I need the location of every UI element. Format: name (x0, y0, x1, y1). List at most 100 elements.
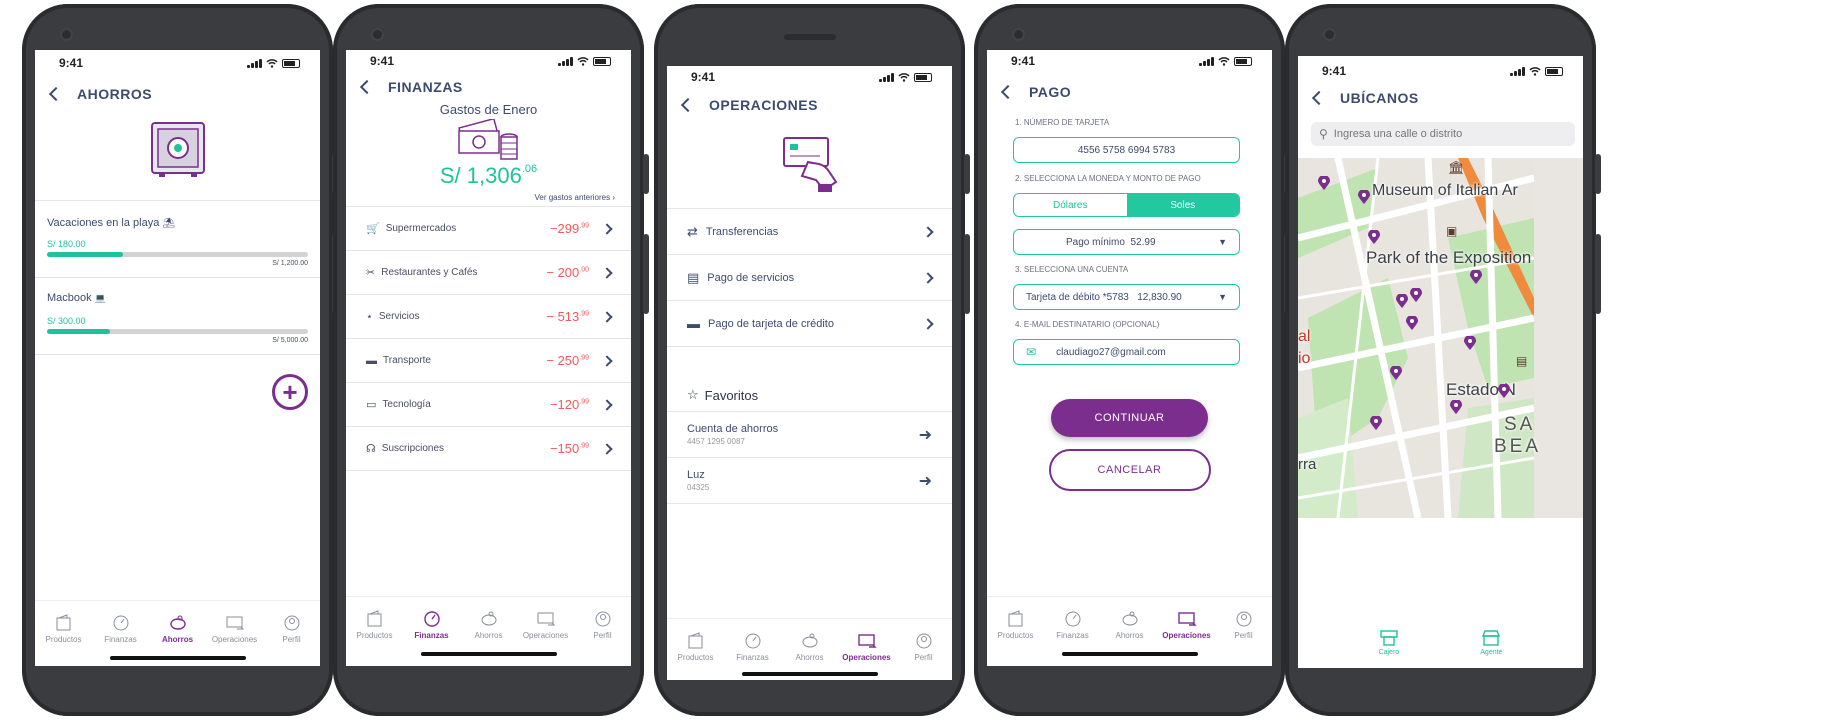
back-button[interactable] (48, 86, 64, 102)
step4-label: 4. E-MAIL DESTINATARIO (OPCIONAL) (1015, 320, 1160, 329)
tab-ahorros[interactable]: Ahorros (152, 614, 204, 644)
location-pin-icon[interactable] (1498, 384, 1510, 398)
tab-operaciones[interactable]: Operaciones (209, 614, 261, 644)
tab-finanzas[interactable]: Finanzas (1047, 610, 1099, 640)
tab-productos[interactable]: Productos (349, 610, 401, 640)
add-goal-button[interactable]: + (272, 374, 308, 410)
tab-cajero[interactable]: Cajero (1379, 630, 1399, 656)
operations-list: ⇄ Transferencias ▤ Pago de servicios ▬ Pago… (667, 208, 952, 347)
expense-row[interactable]: 🛒 Supermercados −299.99 (346, 207, 631, 251)
page-title: AHORROS (77, 86, 153, 102)
user-icon (595, 611, 610, 627)
continue-button[interactable]: CONTINUAR (1051, 399, 1208, 437)
tab-ahorros[interactable]: Ahorros (784, 632, 836, 662)
favorite-row[interactable]: Luz 04325 ➜ (667, 458, 952, 504)
location-pin-icon[interactable] (1358, 190, 1370, 204)
expense-row[interactable]: ▬ Transporte − 250.99 (346, 339, 631, 383)
search-input[interactable] (1333, 128, 1514, 140)
tab-ahorros[interactable]: Ahorros (1104, 610, 1156, 640)
total-expenses: S/ 1,306.06 (439, 163, 538, 188)
currency-soles[interactable]: Soles (1126, 194, 1239, 216)
back-button[interactable] (1000, 84, 1016, 100)
back-button[interactable] (680, 97, 696, 113)
expense-row[interactable]: ▭ Tecnología −120.99 (346, 383, 631, 427)
tab-productos[interactable]: Productos (670, 632, 722, 662)
expense-row[interactable]: ☊ Suscripciones −150.99 (346, 427, 631, 471)
location-pin-icon[interactable] (1406, 316, 1418, 330)
operation-row-transfer[interactable]: ⇄ Transferencias (667, 209, 952, 255)
previous-expenses-link[interactable]: Ver gastos anteriores › (346, 193, 631, 202)
transfer-icon: ⇄ (687, 223, 698, 239)
tab-productos[interactable]: Productos (38, 614, 90, 644)
plus-icon: + (282, 377, 298, 407)
status-time: 9:41 (1322, 64, 1347, 78)
savings-goal-card[interactable]: Macbook 💻 S/ 300.00 S/ 5,000.00 (35, 278, 320, 355)
amount-select[interactable]: Pago mínimo 52.99 ▼ (1013, 229, 1240, 255)
location-pin-icon[interactable] (1396, 294, 1408, 308)
user-icon (916, 633, 931, 649)
chevron-right-icon (601, 266, 613, 279)
back-button[interactable] (1311, 90, 1327, 106)
map-label-io: io (1298, 350, 1311, 367)
goal-target: S/ 1,200.00 (272, 260, 308, 267)
chevron-right-icon (601, 222, 613, 235)
currency-dolares[interactable]: Dólares (1014, 194, 1127, 216)
page-title: OPERACIONES (709, 97, 818, 113)
tab-perfil[interactable]: Perfil (898, 632, 950, 662)
expense-row[interactable]: ✂ Restaurantes y Cafés − 200.00 (346, 251, 631, 295)
transfer-card-icon (226, 616, 244, 630)
tab-operaciones[interactable]: Operaciones (841, 632, 893, 662)
step1-label: 1. NÚMERO DE TARJETA (1015, 118, 1110, 127)
card-icon: ▬ (687, 316, 700, 331)
location-pin-icon[interactable] (1464, 336, 1476, 350)
search-bar[interactable]: ⚲ (1311, 122, 1575, 146)
tab-operaciones[interactable]: Operaciones (1161, 610, 1213, 640)
laptop-icon: ▭ (366, 399, 377, 411)
expense-row[interactable]: ⋆ Servicios − 513.99 (346, 295, 631, 339)
camera (371, 28, 384, 41)
piggy-bank-icon (802, 633, 817, 648)
envelope-icon: ✉ (1026, 345, 1037, 359)
transfer-card-icon (1177, 612, 1197, 626)
tab-finanzas[interactable]: Finanzas (95, 614, 147, 644)
tab-operaciones[interactable]: Operaciones (520, 610, 572, 640)
user-icon (1236, 611, 1251, 627)
map-label-bea: BEA (1494, 436, 1542, 457)
wallet-icon (367, 610, 381, 627)
tab-ahorros[interactable]: Ahorros (463, 610, 515, 640)
operation-row-services[interactable]: ▤ Pago de servicios (667, 255, 952, 301)
chevron-right-icon (922, 271, 934, 284)
tab-perfil[interactable]: Perfil (577, 610, 629, 640)
tab-finanzas[interactable]: Finanzas (727, 632, 779, 662)
location-pin-icon[interactable] (1370, 416, 1382, 430)
map-label-sa: SA (1504, 414, 1536, 435)
account-select[interactable]: Tarjeta de débito *5783 12,830.90 ▼ (1013, 284, 1240, 310)
location-pin-icon[interactable] (1410, 288, 1422, 302)
map-view[interactable]: Museum of Italian Ar Park of the Exposit… (1298, 158, 1583, 518)
tab-perfil[interactable]: Perfil (266, 614, 318, 644)
cancel-button[interactable]: CANCELAR (1048, 449, 1211, 491)
location-pin-icon[interactable] (1390, 366, 1402, 380)
location-pin-icon[interactable] (1470, 270, 1482, 284)
battery-icon (1545, 66, 1563, 76)
operation-row-credit-card[interactable]: ▬ Pago de tarjeta de crédito (667, 301, 952, 347)
location-pin-icon[interactable] (1450, 400, 1462, 414)
card-number-field[interactable]: 4556 5758 6994 5783 (1013, 137, 1240, 163)
page-title: UBÍCANOS (1340, 90, 1419, 106)
location-pin-icon[interactable] (1318, 176, 1330, 190)
tab-agente[interactable]: Agente (1480, 630, 1502, 656)
signal-icon (247, 58, 262, 68)
tab-bar: Productos Finanzas Ahorros Operaciones P… (35, 600, 320, 646)
savings-goal-card[interactable]: Vacaciones en la playa ⛱ S/ 180.00 S/ 1,… (35, 201, 320, 278)
favorite-row[interactable]: Cuenta de ahorros 4457 1295 0087 ➜ (667, 412, 952, 458)
tab-perfil[interactable]: Perfil (1218, 610, 1270, 640)
signal-icon (1510, 66, 1525, 76)
tab-productos[interactable]: Productos (990, 610, 1042, 640)
email-field[interactable]: ✉ claudiago27@gmail.com (1013, 339, 1240, 365)
location-pin-icon[interactable] (1368, 230, 1380, 244)
back-button[interactable] (359, 79, 375, 95)
car-icon: ▬ (366, 354, 377, 367)
signal-icon (1199, 56, 1214, 66)
tab-finanzas[interactable]: Finanzas (406, 610, 458, 640)
map-background (1298, 158, 1534, 518)
